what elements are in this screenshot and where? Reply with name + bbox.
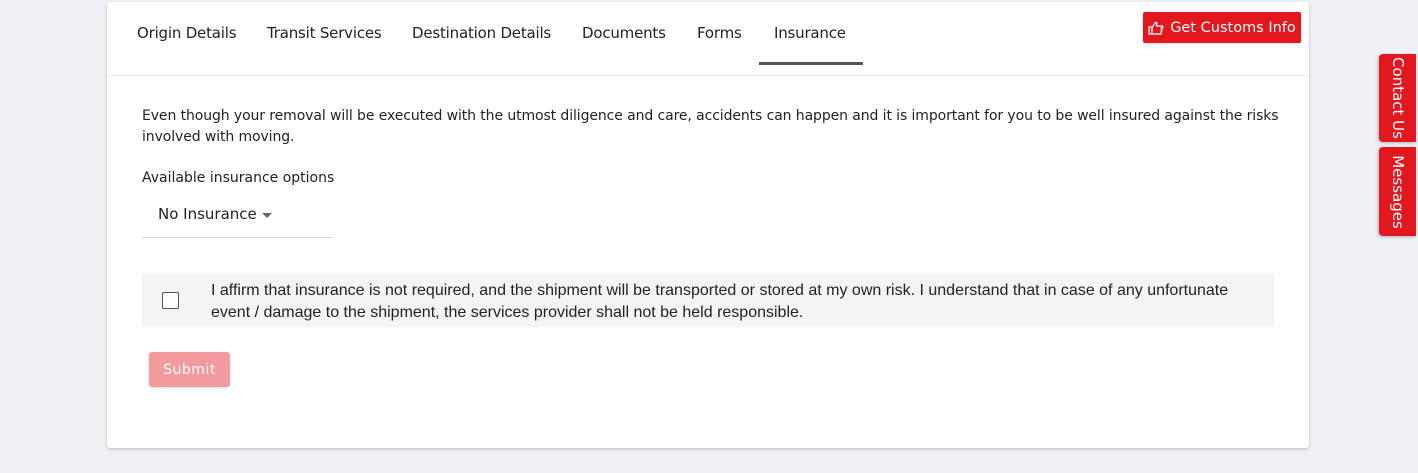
tab-documents[interactable]: Documents <box>582 24 666 42</box>
contact-us-label: Contact Us <box>1388 57 1407 139</box>
contact-us-tab[interactable]: Contact Us <box>1379 54 1416 142</box>
messages-tab[interactable]: Messages <box>1379 147 1416 236</box>
insurance-options-label: Available insurance options <box>142 170 335 186</box>
tab-origin-details[interactable]: Origin Details <box>137 24 237 42</box>
hand-pointing-icon <box>1148 21 1164 35</box>
tab-insurance[interactable]: Insurance <box>774 24 846 42</box>
selected-insurance-option: No Insurance <box>158 205 257 223</box>
get-customs-info-label: Get Customs Info <box>1170 19 1296 36</box>
tab-transit-services[interactable]: Transit Services <box>267 24 382 42</box>
caret-down-icon <box>262 213 272 218</box>
get-customs-info-button[interactable]: Get Customs Info <box>1143 12 1301 43</box>
tab-destination-details[interactable]: Destination Details <box>412 24 551 42</box>
tab-forms[interactable]: Forms <box>697 24 742 42</box>
affirm-panel: I affirm that insurance is not required,… <box>142 273 1274 327</box>
insurance-card: Origin Details Transit Services Destinat… <box>107 2 1309 448</box>
messages-label: Messages <box>1388 154 1407 229</box>
insurance-options-select[interactable]: No Insurance <box>142 196 333 238</box>
affirm-checkbox[interactable] <box>162 292 179 309</box>
submit-button[interactable]: Submit <box>149 352 230 387</box>
tab-bar: Origin Details Transit Services Destinat… <box>107 2 1309 76</box>
active-tab-indicator <box>759 62 863 65</box>
affirm-text: I affirm that insurance is not required,… <box>211 282 1229 321</box>
insurance-intro-text: Even though your removal will be execute… <box>142 108 1279 145</box>
